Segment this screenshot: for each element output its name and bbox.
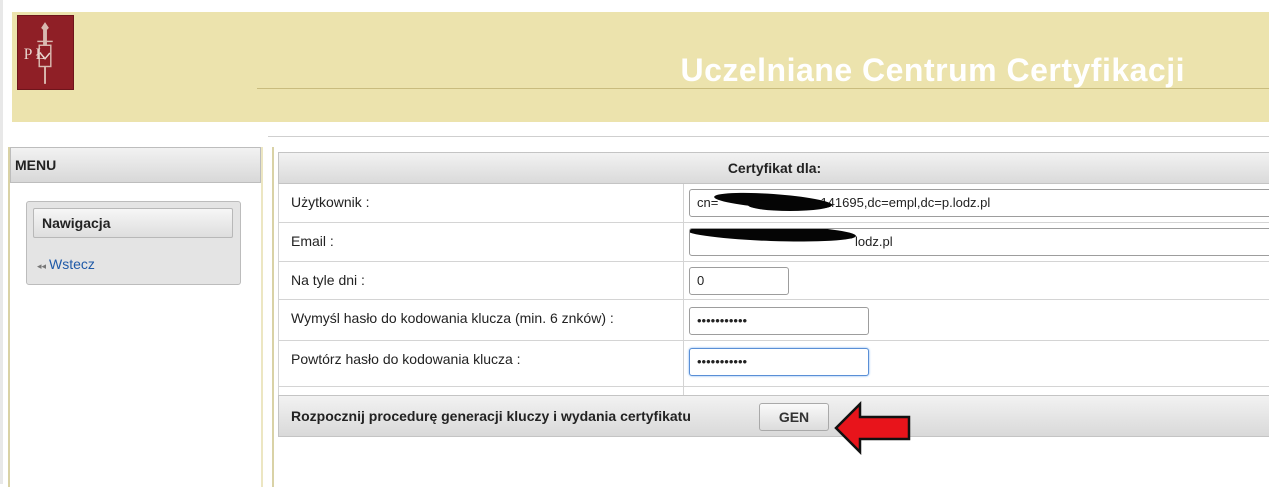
navigation-box: Nawigacja ◂◂ Wstecz xyxy=(26,201,241,285)
password-input[interactable]: ••••••••••• xyxy=(689,307,869,335)
column-divider xyxy=(683,184,684,222)
content-separator xyxy=(268,136,1269,137)
page-left-rule xyxy=(0,0,3,484)
form-row-password: Wymyśl hasło do kodowania klucza (min. 6… xyxy=(278,300,1269,341)
logo-emblem-icon: P Ł xyxy=(18,16,73,89)
email-field[interactable]: lodz.pl xyxy=(689,228,1269,256)
password-label: Wymyśl hasło do kodowania klucza (min. 6… xyxy=(291,310,614,326)
app-title: Uczelniane Centrum Certyfikacji xyxy=(680,52,1185,88)
column-divider xyxy=(683,387,684,395)
sidebar-menu: MENU Nawigacja ◂◂ Wstecz xyxy=(8,147,263,487)
certificate-form: Certyfikat dla: Użytkownik : cn= z 141695… xyxy=(278,152,1269,437)
email-label: Email : xyxy=(291,233,334,249)
university-logo: P Ł xyxy=(17,15,74,90)
email-field-suffix: lodz.pl xyxy=(855,234,893,249)
submit-description: Rozpocznij procedurę generacji kluczy i … xyxy=(291,408,691,424)
form-row-user: Użytkownik : cn= z 141695,dc=empl,dc=p.lo… xyxy=(278,184,1269,223)
form-spacer xyxy=(278,387,1269,395)
column-divider xyxy=(683,300,684,340)
back-link[interactable]: ◂◂ Wstecz xyxy=(37,256,95,272)
svg-text:P Ł: P Ł xyxy=(24,46,45,63)
form-row-email: Email : lodz.pl xyxy=(278,223,1269,262)
menu-header: MENU xyxy=(10,147,261,183)
form-row-days: Na tyle dni : 0 xyxy=(278,262,1269,300)
password-repeat-label: Powtórz hasło do kodowania klucza : xyxy=(291,351,521,367)
days-label: Na tyle dni : xyxy=(291,272,365,288)
submit-bar: Rozpocznij procedurę generacji kluczy i … xyxy=(278,395,1269,437)
column-divider xyxy=(683,223,684,261)
form-row-password-repeat: Powtórz hasło do kodowania klucza : ••••… xyxy=(278,341,1269,387)
red-arrow-icon xyxy=(834,400,911,456)
days-input[interactable]: 0 xyxy=(689,267,789,295)
navigation-title: Nawigacja xyxy=(33,208,233,238)
double-left-arrow-icon: ◂◂ xyxy=(37,261,47,271)
form-title: Certyfikat dla: xyxy=(278,152,1269,184)
redaction-mark xyxy=(690,229,857,244)
main-panel: Certyfikat dla: Użytkownik : cn= z 141695… xyxy=(272,147,1269,487)
user-field[interactable]: cn= z 141695,dc=empl,dc=p.lodz.pl xyxy=(689,189,1269,217)
column-divider xyxy=(683,262,684,299)
user-field-suffix: z 141695,dc=empl,dc=p.lodz.pl xyxy=(810,195,991,210)
password-repeat-input[interactable]: ••••••••••• xyxy=(689,348,869,376)
back-link-label: Wstecz xyxy=(49,256,95,272)
column-divider xyxy=(683,341,684,386)
user-label: Użytkownik : xyxy=(291,194,370,210)
redaction-mark xyxy=(748,199,832,211)
app-header: P Ł Uczelniane Centrum Certyfikacji xyxy=(12,12,1269,122)
gen-button[interactable]: GEN xyxy=(759,403,829,431)
